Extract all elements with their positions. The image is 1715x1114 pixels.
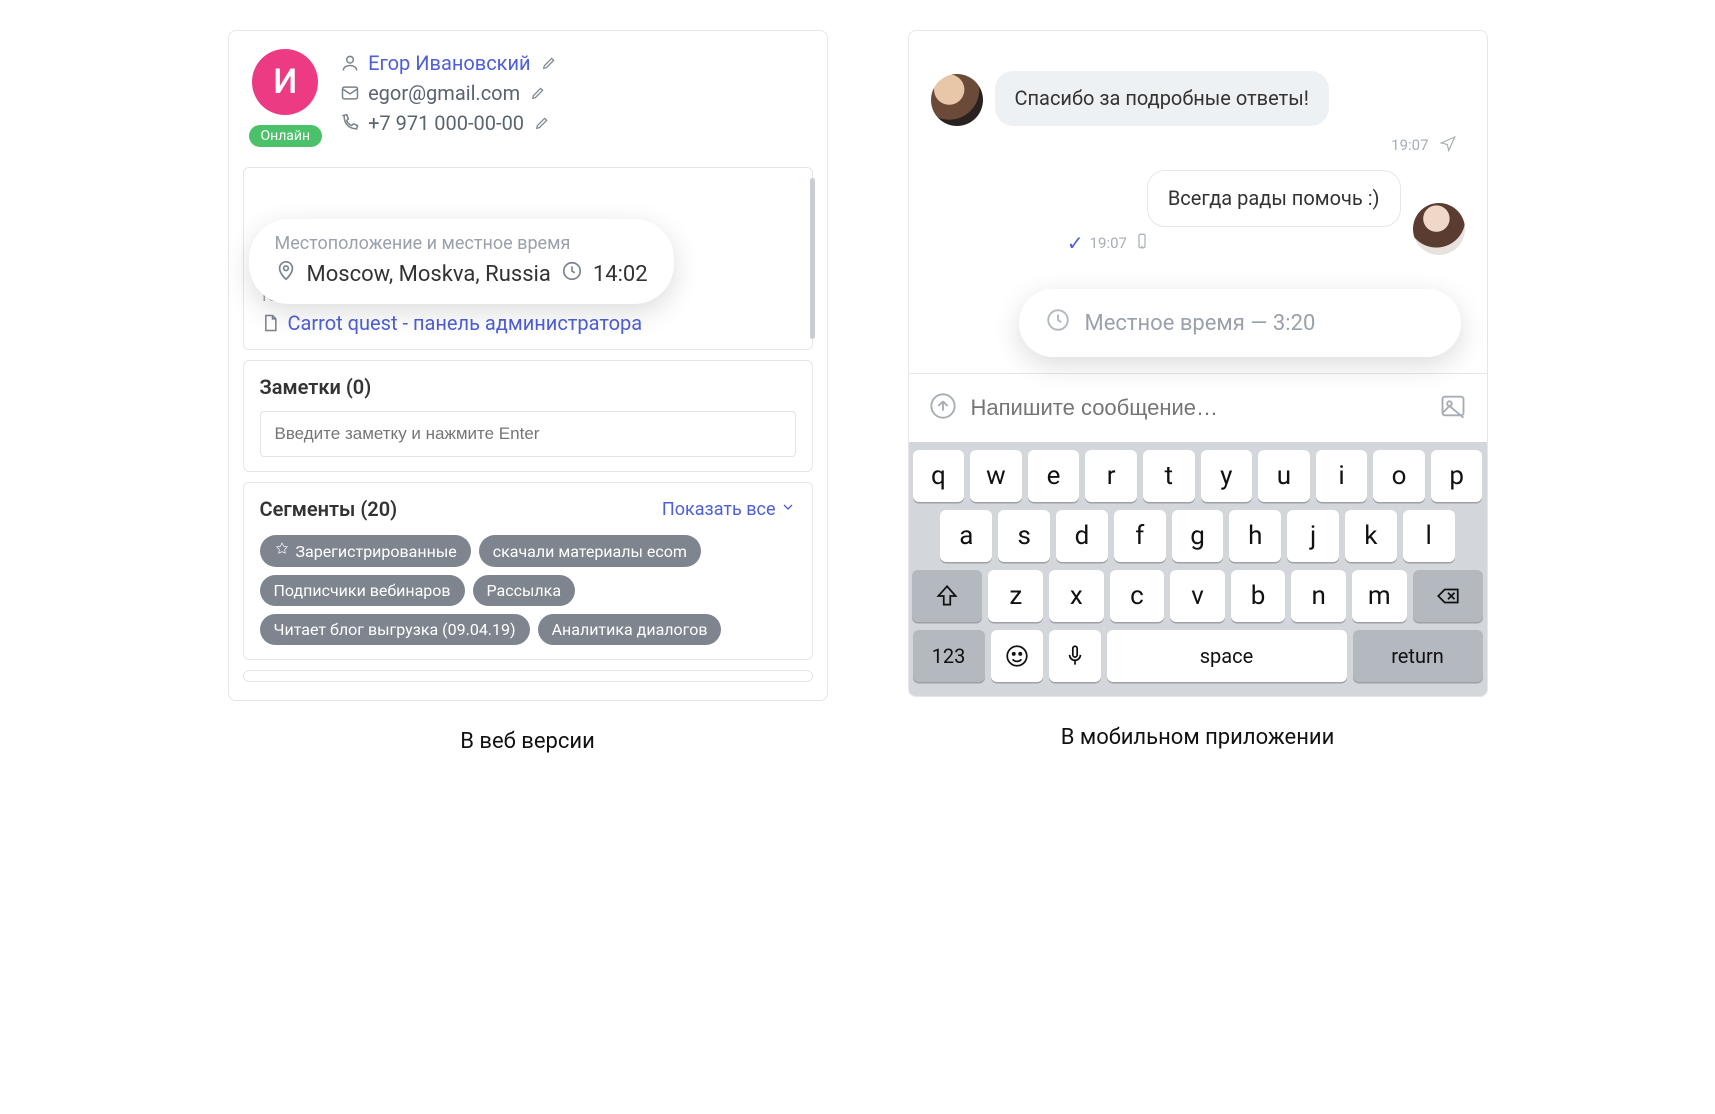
location-value: Moscow, Moskva, Russia [307, 262, 551, 287]
key[interactable]: r [1085, 450, 1137, 502]
local-time-label: Местное время — 3:20 [1085, 311, 1316, 336]
user-icon [340, 53, 360, 73]
user-email: egor@gmail.com [368, 81, 520, 105]
segment-chip[interactable]: Аналитика диалогов [538, 614, 722, 645]
user-header: И Онлайн Егор Ивановский egor@gmail.com [229, 31, 827, 157]
key[interactable]: g [1172, 510, 1224, 562]
space-key[interactable]: space [1107, 630, 1347, 682]
segment-chip[interactable]: Рассылка [473, 575, 575, 606]
scrollbar[interactable] [810, 178, 815, 339]
key[interactable]: e [1028, 450, 1080, 502]
mobile-chat-card: Спасибо за подробные ответы! 19:07 Всегд… [908, 30, 1488, 697]
key[interactable]: j [1287, 510, 1339, 562]
note-input[interactable] [260, 411, 796, 457]
key[interactable]: s [998, 510, 1050, 562]
image-icon[interactable] [1439, 392, 1467, 424]
section-notes: Заметки (0) [243, 360, 813, 472]
shift-key[interactable] [912, 570, 982, 622]
status-badge: Онлайн [249, 125, 323, 147]
send-up-icon[interactable] [929, 392, 957, 424]
key[interactable]: h [1229, 510, 1281, 562]
key[interactable]: n [1291, 570, 1346, 622]
chevron-down-icon [780, 499, 796, 520]
device-icon [1133, 232, 1151, 254]
edit-icon[interactable] [539, 53, 559, 73]
key[interactable]: z [988, 570, 1043, 622]
message-incoming: Спасибо за подробные ответы! [931, 71, 1465, 126]
clock-icon [1045, 307, 1071, 339]
file-icon [260, 313, 280, 333]
avatar [931, 74, 983, 126]
check-icon: ✓ [1067, 231, 1084, 255]
segments-title: Сегменты (20) [260, 497, 398, 521]
key[interactable]: k [1345, 510, 1397, 562]
key[interactable]: o [1373, 450, 1425, 502]
key[interactable]: l [1403, 510, 1455, 562]
message-outgoing: Всегда рады помочь :) ✓ 19:07 [931, 170, 1465, 255]
numeric-key[interactable]: 123 [913, 630, 985, 682]
section-placeholder [243, 670, 813, 682]
message-input[interactable] [971, 395, 1425, 421]
location-time-bubble: Местоположение и местное время Moscow, M… [249, 219, 674, 304]
edit-icon[interactable] [528, 83, 548, 103]
key[interactable]: t [1143, 450, 1195, 502]
local-time-value: 14:02 [593, 262, 648, 287]
web-user-card: И Онлайн Егор Ивановский egor@gmail.com [228, 30, 828, 701]
segment-chip[interactable]: Подписчики вебинаров [260, 575, 465, 606]
key[interactable]: i [1316, 450, 1368, 502]
return-key[interactable]: return [1353, 630, 1483, 682]
key[interactable]: f [1114, 510, 1166, 562]
emoji-key[interactable] [991, 630, 1043, 682]
message-bubble: Всегда рады помочь :) [1147, 170, 1401, 227]
key[interactable]: u [1258, 450, 1310, 502]
show-all-link[interactable]: Показать все [662, 499, 796, 520]
key[interactable]: m [1352, 570, 1407, 622]
mail-icon [340, 83, 360, 103]
message-time: 19:07 [1090, 234, 1127, 252]
avatar [1413, 203, 1465, 255]
key[interactable]: p [1431, 450, 1483, 502]
clock-icon [561, 260, 583, 288]
sent-icon [1439, 134, 1457, 156]
chat-area: Спасибо за подробные ответы! 19:07 Всегд… [909, 31, 1487, 331]
phone-icon [340, 113, 360, 133]
message-meta: 19:07 [931, 134, 1461, 156]
notes-title: Заметки (0) [260, 375, 796, 399]
mic-key[interactable] [1049, 630, 1101, 682]
key[interactable]: b [1231, 570, 1286, 622]
compose-bar [909, 373, 1487, 442]
pin-icon [275, 260, 297, 288]
segment-chip[interactable]: Читает блог выгрузка (09.04.19) [260, 614, 530, 645]
caption-web: В веб версии [460, 729, 595, 754]
message-bubble: Спасибо за подробные ответы! [995, 71, 1329, 126]
key[interactable]: q [913, 450, 965, 502]
current-page-link[interactable]: Carrot quest - панель администратора [288, 311, 643, 335]
key[interactable]: c [1110, 570, 1165, 622]
keyboard: q w e r t y u i o p a s d f g h [909, 442, 1487, 696]
backspace-key[interactable] [1413, 570, 1483, 622]
location-title: Местоположение и местное время [275, 233, 648, 254]
key[interactable]: w [970, 450, 1022, 502]
segment-chip[interactable]: скачали материалы ecom [479, 535, 701, 567]
user-name[interactable]: Егор Ивановский [368, 51, 531, 75]
section-segments: Сегменты (20) Показать все Зарегистриров… [243, 482, 813, 660]
edit-icon[interactable] [532, 113, 552, 133]
star-icon [274, 541, 290, 561]
avatar: И [252, 49, 318, 115]
local-time-bubble: Местное время — 3:20 [1019, 289, 1461, 357]
caption-mobile: В мобильном приложении [1061, 725, 1335, 750]
key[interactable]: d [1056, 510, 1108, 562]
key[interactable]: y [1201, 450, 1253, 502]
key[interactable]: v [1170, 570, 1225, 622]
segment-chip[interactable]: Зарегистрированные [260, 535, 471, 567]
key[interactable]: a [940, 510, 992, 562]
key[interactable]: x [1049, 570, 1104, 622]
message-time: 19:07 [1391, 136, 1428, 154]
user-phone: +7 971 000-00-00 [368, 111, 524, 135]
message-meta: ✓ 19:07 [1067, 231, 1211, 255]
